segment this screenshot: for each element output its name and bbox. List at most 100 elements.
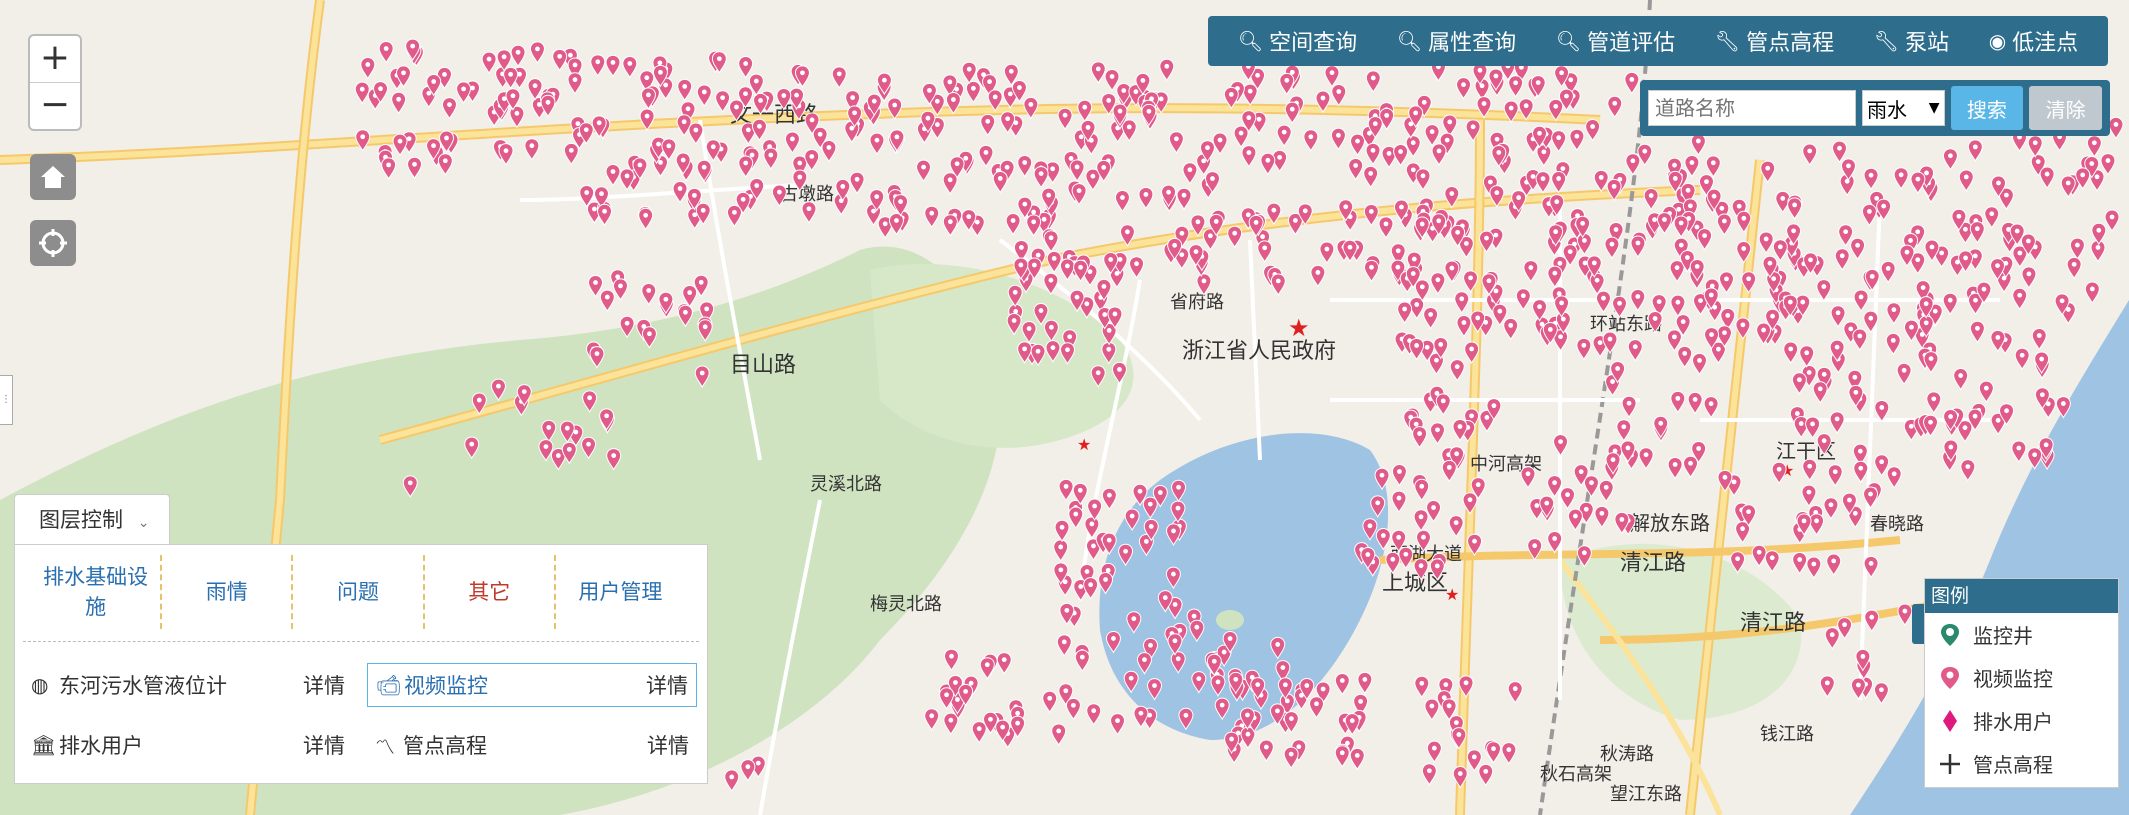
marker-dot [1031,219,1037,225]
marker-dot [594,351,600,357]
marker-dot [1454,451,1460,457]
zoom-out-button[interactable]: − [30,82,80,129]
marker-dot [1019,245,1024,250]
marker-dot [1461,320,1467,325]
marker-dot [702,324,708,330]
locate-button[interactable] [30,220,76,266]
marker-dot [564,425,570,431]
marker-dot [1868,315,1874,321]
marker-dot [1191,613,1197,619]
marker-dot [1058,544,1064,550]
marker-dot [1847,497,1852,503]
marker-dot [1457,424,1463,429]
marker-dot [532,83,538,89]
home-button[interactable] [30,154,76,200]
tab-other[interactable]: 其它 [425,555,556,629]
marker-dot [743,91,748,97]
tab-user-management[interactable]: 用户管理 [556,555,685,629]
marker-dot [666,143,672,149]
marker-dot [2091,140,2097,146]
marker-dot [2075,242,2080,248]
spatial-query-button[interactable]: 🔍︎ 空间查询 [1238,25,1357,57]
marker-dot [1320,95,1326,101]
marker-dot [1535,80,1541,86]
marker-dot [1229,736,1234,742]
layer-row-video-monitoring[interactable]: 📹︎ 视频监控 详情 [367,663,697,707]
detail-link[interactable]: 详情 [303,670,345,700]
clear-button[interactable]: 清除 [2029,86,2102,130]
pipe-type-select[interactable]: 雨水 ▼ [1862,90,1945,126]
marker-dot [1491,403,1497,409]
marker-dot [874,194,880,199]
marker-dot [1740,526,1745,532]
marker-dot [1035,252,1041,258]
attribute-query-button[interactable]: 🔍︎ 属性查询 [1397,25,1516,57]
marker-dot [1101,164,1107,170]
marker-dot [1108,257,1114,262]
marker-dot [469,441,475,447]
marker-dot [1552,536,1558,541]
marker-dot [682,309,688,315]
marker-dot [618,283,623,289]
district-star-icon: ★ [1445,585,1459,604]
marker-dot [1725,312,1731,318]
marker-dot [1995,263,2000,269]
marker-dot [1413,110,1419,116]
marker-dot [567,52,573,58]
marker-dot [1056,728,1062,734]
marker-dot [800,70,805,76]
marker-dot [997,176,1003,181]
legend-item-node-elevation: 管点高程 [1925,742,2118,785]
pipe-assessment-button[interactable]: 🔍︎ 管道评估 [1556,25,1675,57]
layer-row-node-elevation[interactable]: 〽︎ 管点高程 详情 [367,723,697,767]
marker-dot [1483,768,1489,774]
marker-dot [1995,335,2001,340]
marker-dot [1866,209,1872,214]
marker-dot [1140,77,1146,83]
marker-dot [1017,85,1022,90]
marker-dot [1868,172,1874,178]
marker-dot [1456,732,1462,737]
marker-dot [1457,771,1463,776]
legend-item-monitor-well: 监控井 [1925,613,2118,656]
marker-dot [1440,398,1446,404]
node-elevation-button[interactable]: 🔧︎ 管点高程 [1715,25,1834,57]
marker-dot [1438,342,1444,347]
marker-dot [1601,295,1606,301]
marker-dot [1909,324,1914,330]
marker-dot [2089,161,2095,166]
layer-row-level-gauge[interactable]: ◍ 东河污水管液位计 详情 [23,663,353,707]
marker-dot [521,389,527,394]
marker-dot [797,160,803,166]
detail-link[interactable]: 详情 [647,730,689,760]
pump-station-button[interactable]: 🔧︎ 泵站 [1874,25,1949,57]
marker-dot [1362,676,1368,682]
tab-drainage-infrastructure[interactable]: 排水基础设施 [31,555,163,629]
tab-problems[interactable]: 问题 [293,555,425,629]
marker-dot [624,173,630,179]
tab-rain[interactable]: 雨情 [162,555,294,629]
layer-control-header[interactable]: 图层控制 ⌄ [14,494,170,544]
marker-dot [1271,207,1277,213]
marker-dot [586,441,591,447]
detail-link[interactable]: 详情 [646,670,688,700]
marker-dot [1746,276,1752,282]
marker-dot [1414,302,1420,307]
marker-dot [529,143,535,149]
layer-row-drainage-users[interactable]: 🏛︎ 排水用户 详情 [23,723,353,767]
zoom-in-button[interactable]: + [30,36,80,82]
marker-dot [1172,638,1178,644]
marker-dot [1073,511,1079,517]
detail-link[interactable]: 详情 [303,730,345,760]
marker-dot [584,190,590,195]
low-point-button[interactable]: ◉ 低洼点 [1989,25,2078,57]
search-button[interactable]: 搜索 [1950,86,2024,130]
map-label: 解放东路 [1630,511,1710,535]
gauge-icon: ◍ [31,673,49,697]
marker-dot [1035,348,1041,354]
side-panel-handle[interactable]: ⋮ [0,375,13,425]
road-name-input[interactable] [1648,90,1856,126]
marker-dot [1275,708,1280,714]
marker-dot [1581,342,1587,348]
marker-dot [1085,125,1091,130]
